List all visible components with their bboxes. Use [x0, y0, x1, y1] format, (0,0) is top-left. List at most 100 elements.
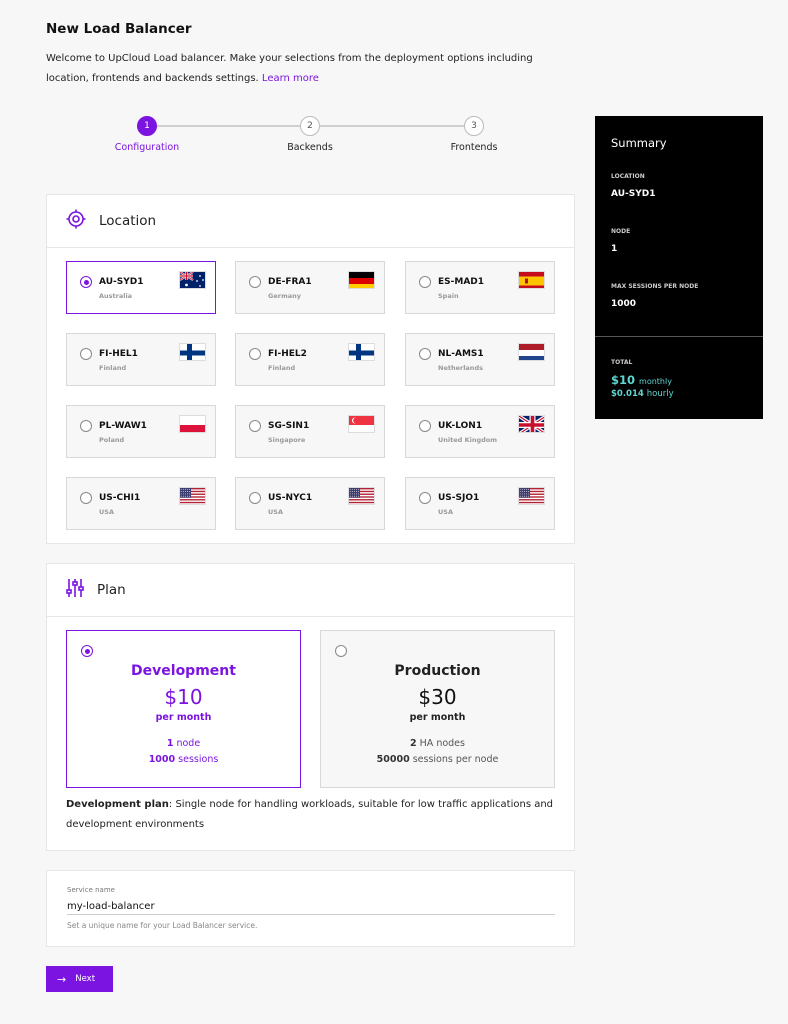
location-radio[interactable] [249, 276, 261, 288]
location-option-au-syd1[interactable]: AU-SYD1 Australia [66, 261, 216, 314]
location-code: FI-HEL1 [99, 349, 138, 359]
next-button[interactable]: → Next [46, 966, 113, 992]
location-code: US-NYC1 [268, 493, 313, 503]
us-flag-icon [348, 487, 375, 505]
plan-node-count: 1 [166, 738, 174, 749]
plan-period: per month [409, 712, 466, 723]
location-radio[interactable] [419, 348, 431, 360]
location-radio[interactable] [249, 492, 261, 504]
summary-sessions-label: MAX SESSIONS PER NODE [611, 283, 699, 290]
location-option-de-fra1[interactable]: DE-FRA1 Germany [235, 261, 385, 314]
location-option-sg-sin1[interactable]: SG-SIN1 Singapore [235, 405, 385, 458]
sliders-icon [66, 578, 84, 602]
service-name-label: Service name [67, 886, 115, 894]
location-radio[interactable] [419, 492, 431, 504]
step-2-indicator[interactable]: 2 [300, 116, 320, 136]
step-3-label[interactable]: Frontends [424, 142, 524, 153]
step-1-label[interactable]: Configuration [97, 142, 197, 153]
plan-session-count: 50000 [376, 754, 410, 765]
location-option-fi-hel2[interactable]: FI-HEL2 Finland [235, 333, 385, 386]
location-card: Location AU-SYD1 Australia DE-FRA1 Germany E… [46, 194, 575, 544]
plan-heading: Plan [97, 582, 126, 598]
location-code: US-CHI1 [99, 493, 141, 503]
summary-sessions-value: 1000 [611, 299, 637, 309]
nl-flag-icon [518, 343, 545, 361]
location-radio[interactable] [80, 276, 92, 288]
uk-flag-icon [518, 415, 545, 433]
summary-location-label: LOCATION [611, 173, 645, 180]
plan-header: Plan [47, 564, 574, 617]
service-name-help: Set a unique name for your Load Balancer… [67, 921, 258, 930]
plan-radio-development[interactable] [81, 645, 93, 657]
target-icon [66, 209, 86, 233]
location-code: US-SJO1 [438, 493, 480, 503]
step-1-indicator[interactable]: 1 [137, 116, 157, 136]
location-code: NL-AMS1 [438, 349, 484, 359]
page-title: New Load Balancer [46, 21, 192, 37]
location-radio[interactable] [419, 420, 431, 432]
sg-flag-icon [348, 415, 375, 433]
us-flag-icon [179, 487, 206, 505]
plan-node-count: 2 [410, 738, 417, 749]
location-country: Germany [268, 292, 301, 300]
plan-session-text: sessions [178, 754, 219, 765]
hourly-amount: $0.014 [611, 389, 644, 399]
location-country: USA [99, 508, 114, 516]
au-flag-icon [179, 271, 206, 289]
location-country: Poland [99, 436, 125, 444]
plan-option-production[interactable]: Production $30 per month 2 HA nodes 5000… [320, 630, 555, 788]
location-code: UK-LON1 [438, 421, 483, 431]
step-3-indicator[interactable]: 3 [464, 116, 484, 136]
plan-node-text: node [176, 738, 201, 749]
location-code: SG-SIN1 [268, 421, 310, 431]
fi-flag-icon [179, 343, 206, 361]
plan-details: 2 HA nodes 50000 sessions per node [321, 736, 554, 768]
location-option-nl-ams1[interactable]: NL-AMS1 Netherlands [405, 333, 555, 386]
location-country: Netherlands [438, 364, 483, 372]
next-label: Next [75, 974, 96, 984]
es-flag-icon [518, 271, 545, 289]
plan-details: 1 node 1000 sessions [67, 736, 300, 768]
fi-flag-icon [348, 343, 375, 361]
location-option-fi-hel1[interactable]: FI-HEL1 Finland [66, 333, 216, 386]
location-option-es-mad1[interactable]: ES-MAD1 Spain [405, 261, 555, 314]
location-country: Spain [438, 292, 459, 300]
arrow-right-icon: → [57, 972, 67, 986]
summary-title: Summary [611, 136, 667, 150]
location-radio[interactable] [80, 420, 92, 432]
step-2-label[interactable]: Backends [260, 142, 360, 153]
location-option-uk-lon1[interactable]: UK-LON1 United Kingdom [405, 405, 555, 458]
location-country: United Kingdom [438, 436, 498, 444]
de-flag-icon [348, 271, 375, 289]
location-code: AU-SYD1 [99, 277, 144, 287]
location-option-pl-waw1[interactable]: PL-WAW1 Poland [66, 405, 216, 458]
learn-more-link[interactable]: Learn more [262, 73, 319, 84]
location-country: Australia [99, 292, 133, 300]
plan-name: Production [394, 663, 481, 679]
location-radio[interactable] [249, 420, 261, 432]
plan-price: $30 [418, 685, 457, 709]
summary-monthly-price: $10 monthly [611, 373, 672, 387]
service-name-input[interactable] [67, 898, 555, 915]
plan-session-text: sessions per node [412, 754, 499, 765]
plan-option-development[interactable]: Development $10 per month 1 node 1000 se… [66, 630, 301, 788]
location-radio[interactable] [249, 348, 261, 360]
plan-session-count: 1000 [148, 754, 176, 765]
location-code: FI-HEL2 [268, 349, 307, 359]
location-country: Finland [268, 364, 296, 372]
monthly-unit: monthly [639, 377, 672, 386]
summary-hourly-price: $0.014 hourly [611, 389, 674, 399]
location-option-us-chi1[interactable]: US-CHI1 USA [66, 477, 216, 530]
location-radio[interactable] [80, 348, 92, 360]
location-radio[interactable] [419, 276, 431, 288]
location-country: USA [438, 508, 453, 516]
location-option-us-sjo1[interactable]: US-SJO1 USA [405, 477, 555, 530]
location-header: Location [47, 195, 574, 248]
plan-radio-production[interactable] [335, 645, 347, 657]
location-radio[interactable] [80, 492, 92, 504]
location-option-us-nyc1[interactable]: US-NYC1 USA [235, 477, 385, 530]
plan-price: $10 [164, 685, 203, 709]
service-card: Service name Set a unique name for your … [46, 870, 575, 947]
location-code: DE-FRA1 [268, 277, 312, 287]
hourly-unit: hourly [646, 389, 674, 399]
